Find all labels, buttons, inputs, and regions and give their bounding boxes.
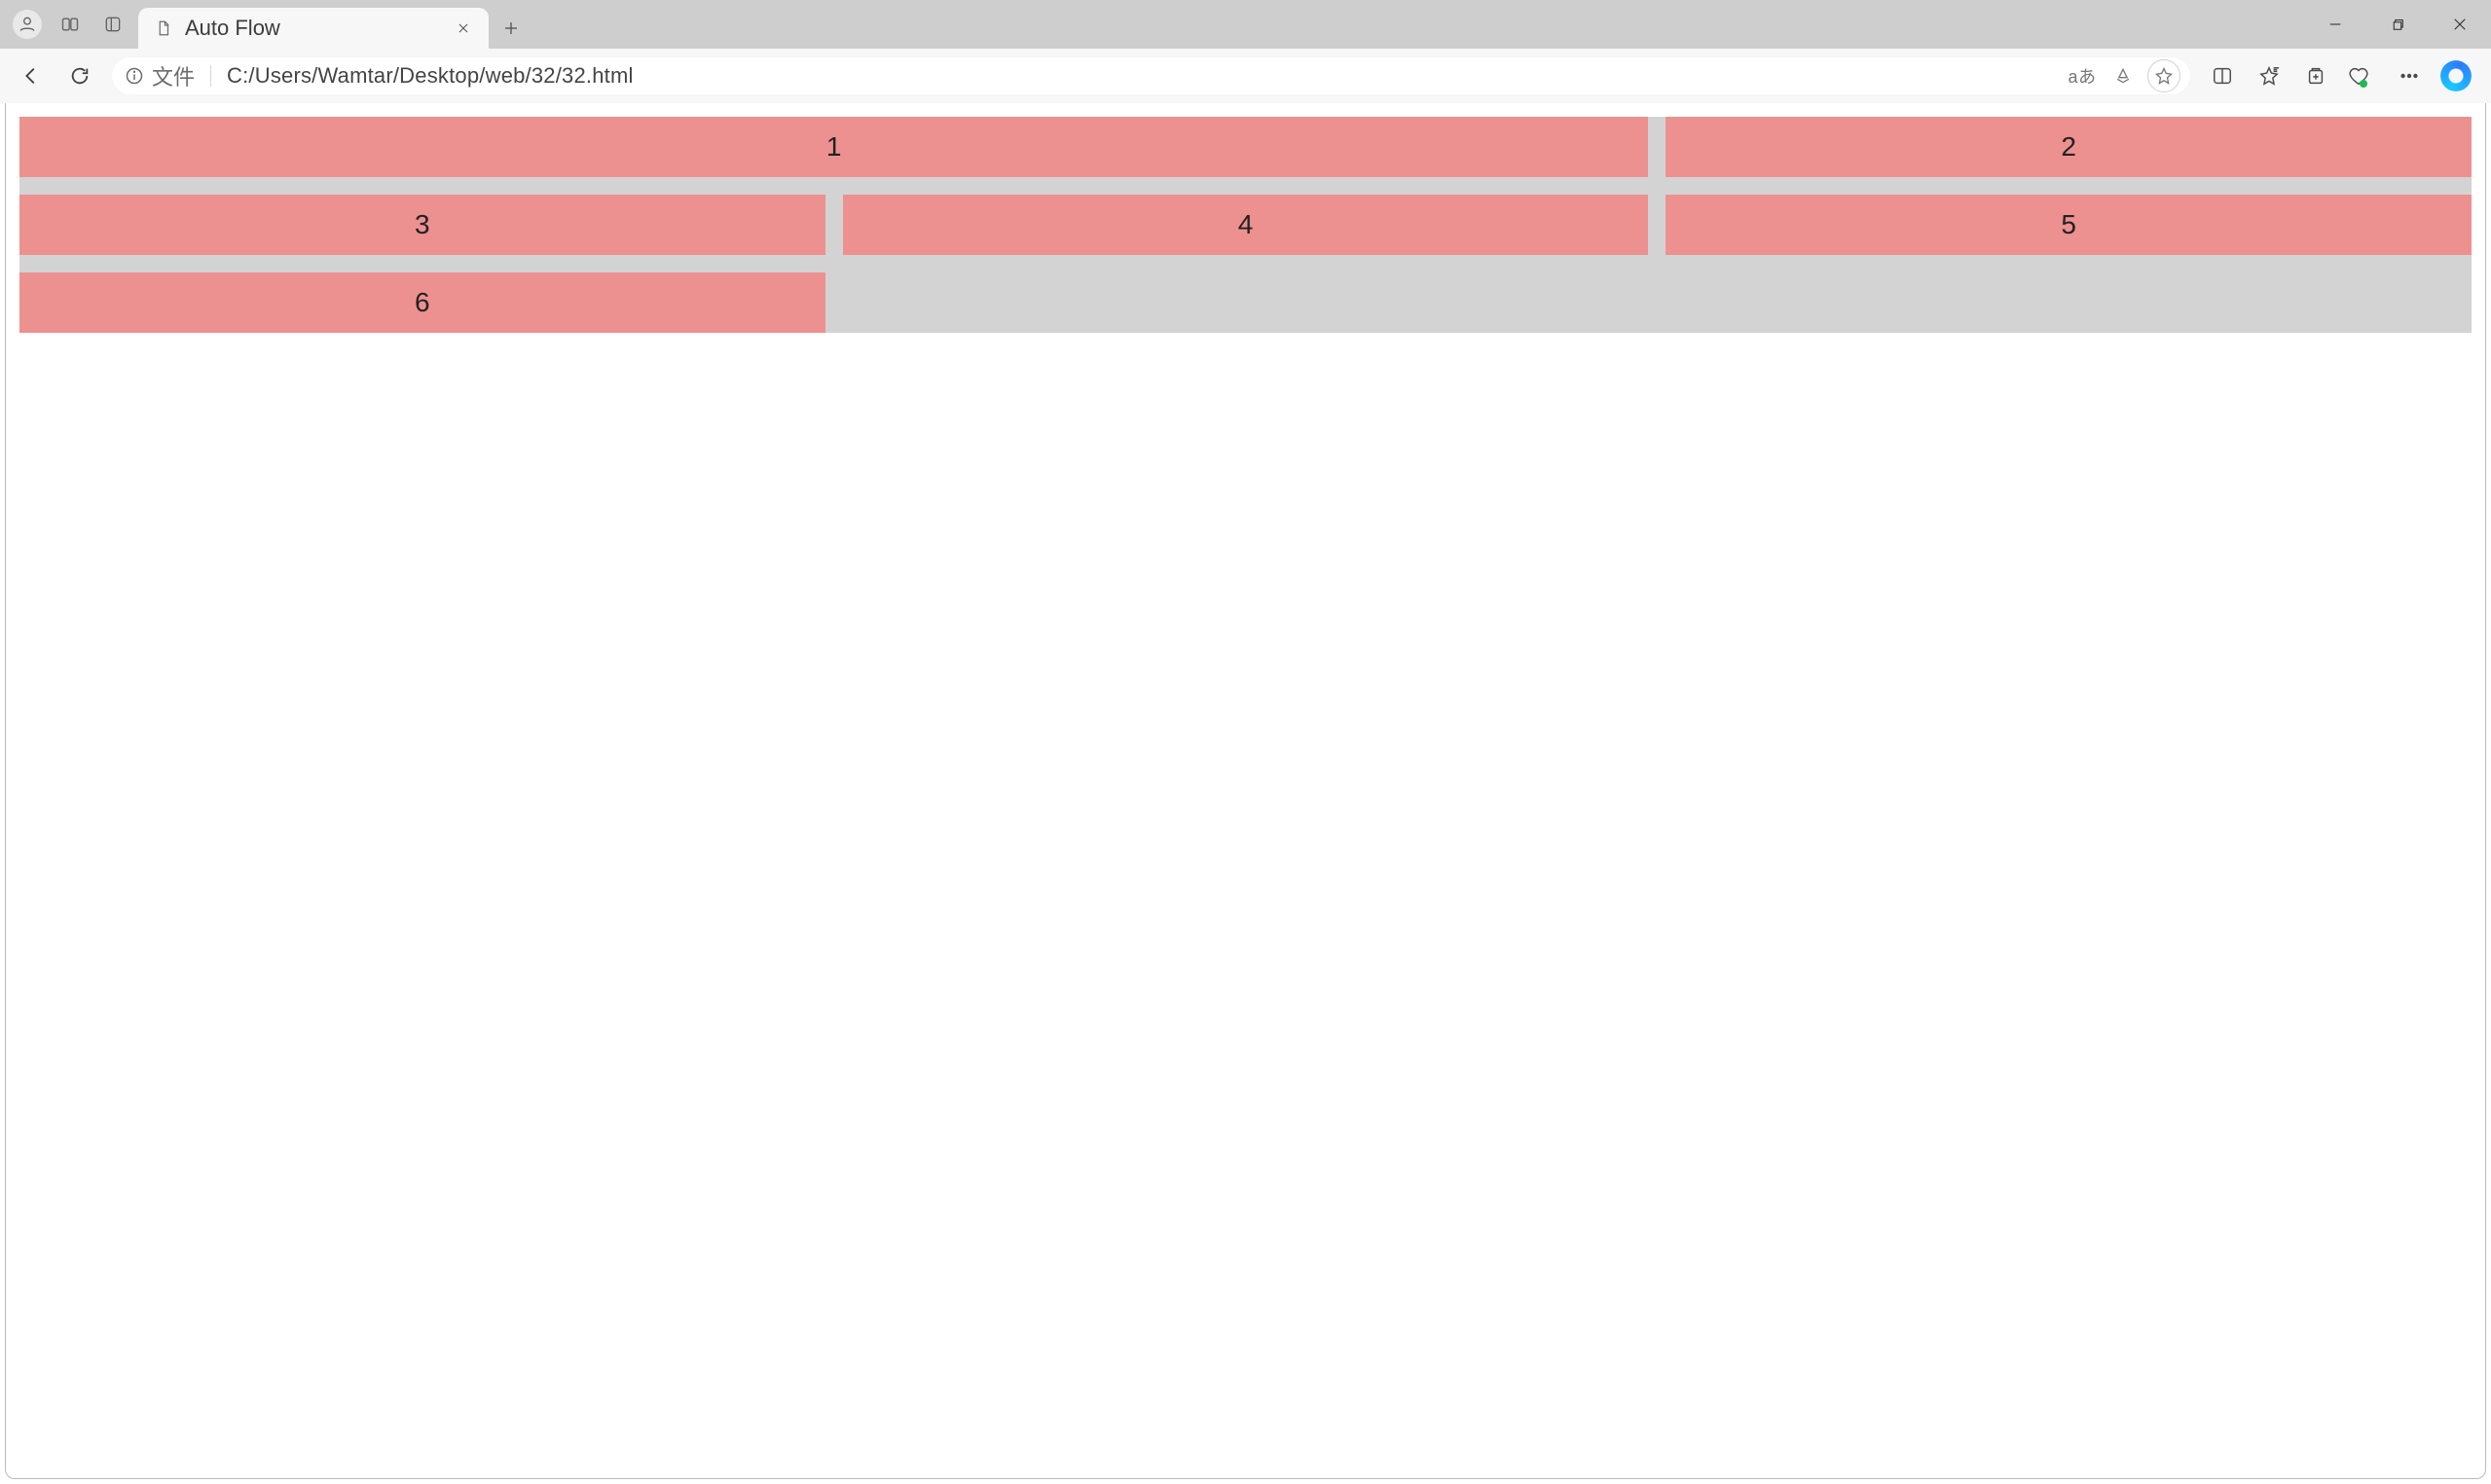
workspaces-button[interactable] xyxy=(49,0,92,49)
grid-cell: 4 xyxy=(843,195,1649,255)
toolbar-right xyxy=(2199,53,2483,99)
tab-active[interactable]: Auto Flow xyxy=(138,8,489,49)
read-aloud-icon[interactable] xyxy=(2104,56,2143,95)
file-icon xyxy=(154,18,173,38)
address-bar[interactable]: 文件 C:/Users/Wamtar/Desktop/web/32/32.htm… xyxy=(111,56,2191,95)
page-body: 1 2 3 4 5 6 xyxy=(6,103,2485,346)
split-screen-button[interactable] xyxy=(2199,53,2246,99)
profile-avatar-icon xyxy=(13,10,42,39)
info-icon xyxy=(125,66,144,86)
url-text: C:/Users/Wamtar/Desktop/web/32/32.html xyxy=(227,63,634,89)
copilot-button[interactable] xyxy=(2433,53,2479,99)
vertical-tabs-button[interactable] xyxy=(92,0,134,49)
status-dot-icon xyxy=(2360,80,2367,88)
grid-cell: 6 xyxy=(19,272,825,333)
site-info-button[interactable]: 文件 xyxy=(125,60,195,91)
window-close-button[interactable] xyxy=(2429,0,2491,49)
translate-icon[interactable]: aあ xyxy=(2063,56,2102,95)
title-bar: Auto Flow xyxy=(0,0,2491,49)
collections-button[interactable] xyxy=(2292,53,2339,99)
omnibox-right: aあ xyxy=(2063,56,2183,95)
star-icon xyxy=(2154,66,2174,86)
nav-refresh-button[interactable] xyxy=(56,53,103,99)
window-minimize-button[interactable] xyxy=(2304,0,2366,49)
favorite-star-button[interactable] xyxy=(2144,56,2183,95)
nav-back-button[interactable] xyxy=(8,53,55,99)
site-info-label: 文件 xyxy=(152,60,195,91)
favorites-button[interactable] xyxy=(2246,53,2292,99)
grid-cell: 3 xyxy=(19,195,825,255)
toolbar: 文件 C:/Users/Wamtar/Desktop/web/32/32.htm… xyxy=(0,49,2491,103)
settings-more-button[interactable] xyxy=(2386,53,2433,99)
tab-close-button[interactable] xyxy=(450,15,477,42)
grid-cell: 5 xyxy=(1666,195,2472,255)
grid-cell: 2 xyxy=(1666,117,2472,177)
window-restore-button[interactable] xyxy=(2366,0,2429,49)
grid-container: 1 2 3 4 5 6 xyxy=(19,117,2472,333)
profile-button[interactable] xyxy=(6,0,49,49)
grid-cell: 1 xyxy=(19,117,1648,177)
copilot-icon xyxy=(2440,60,2472,91)
browser-essentials-button[interactable] xyxy=(2339,53,2386,99)
tab-title: Auto Flow xyxy=(185,16,280,41)
page-viewport: 1 2 3 4 5 6 xyxy=(5,103,2486,1479)
window-controls xyxy=(2304,0,2491,49)
tab-strip: Auto Flow xyxy=(138,0,533,49)
address-separator xyxy=(210,65,211,87)
new-tab-button[interactable] xyxy=(489,8,533,49)
title-bar-left xyxy=(6,0,134,49)
